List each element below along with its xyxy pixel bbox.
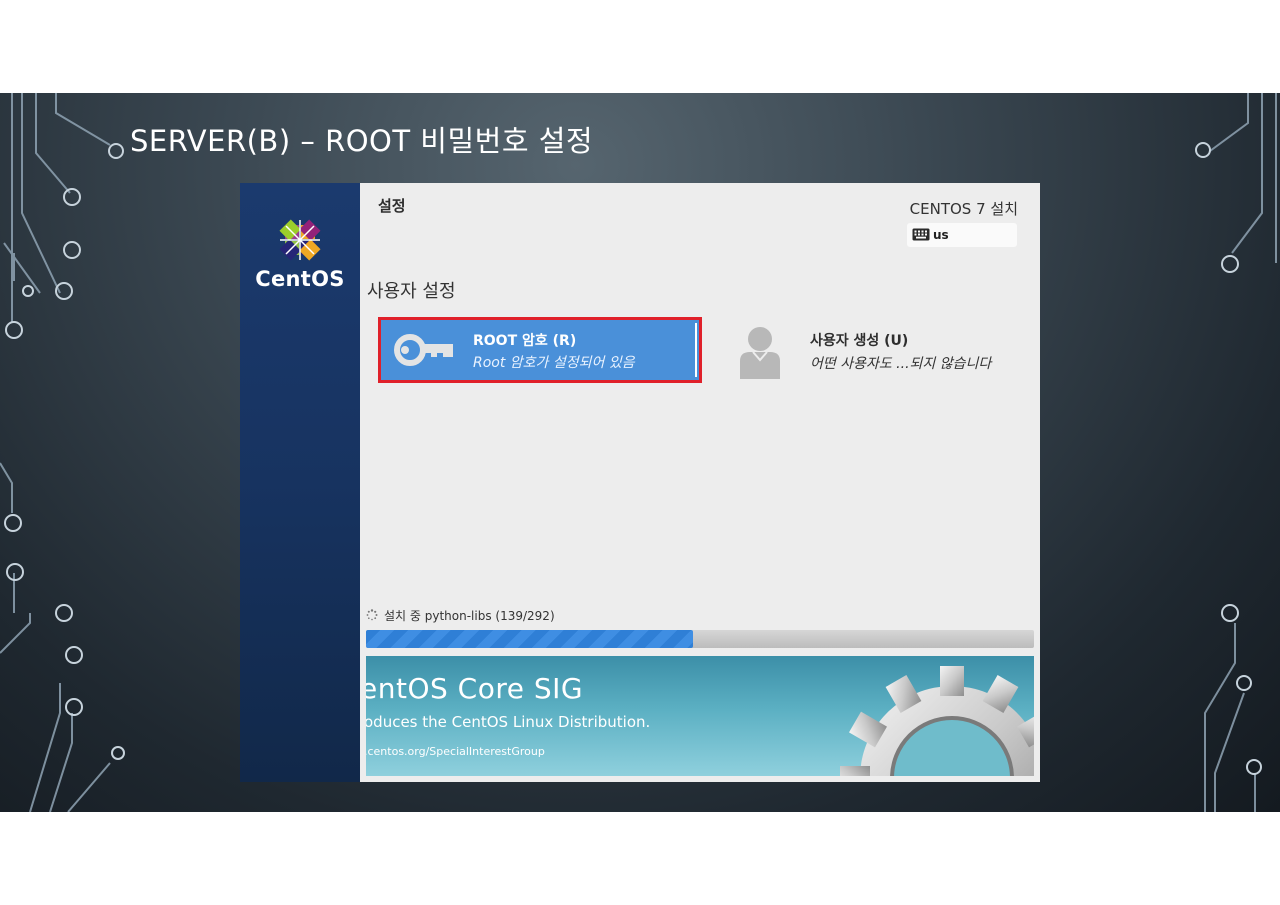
spoke-edge	[695, 323, 697, 377]
installer-screenshot: CentOS 설정 CENTOS 7 설치 us 사용자 설정 ROOT 암호 …	[240, 183, 1040, 782]
root-password-status: Root 암호가 설정되어 있음	[473, 355, 635, 371]
slide-background: SERVER(B) – ROOT 비밀번호 설정 CentOS 설정 CENTO…	[0, 93, 1280, 812]
progress-bar-fill	[366, 630, 693, 648]
promo-banner: entOS Core SIG oduces the CentOS Linux D…	[366, 656, 1034, 776]
section-title: 사용자 설정	[367, 281, 456, 302]
keyboard-layout-label: us	[933, 228, 949, 242]
user-creation-status: 어떤 사용자도 ...되지 않습니다	[810, 356, 992, 372]
centos-logo-text: CentOS	[255, 267, 345, 291]
install-title: CENTOS 7 설치	[909, 200, 1018, 218]
page-title: 설정	[378, 197, 406, 215]
gear-icon	[840, 666, 1034, 776]
progress-text: 설치 중 python-libs (139/292)	[384, 609, 555, 623]
progress-bar	[366, 630, 1034, 648]
centos-logo-icon	[279, 219, 321, 261]
user-creation-spoke[interactable]: 사용자 생성 (U) 어떤 사용자도 ...되지 않습니다	[730, 317, 1030, 383]
installer-sidebar: CentOS	[240, 183, 360, 782]
user-creation-title: 사용자 생성 (U)	[810, 333, 909, 349]
root-password-spoke[interactable]: ROOT 암호 (R) Root 암호가 설정되어 있음	[378, 317, 702, 383]
banner-title: entOS Core SIG	[366, 672, 584, 705]
spinner-icon	[366, 609, 378, 621]
progress-status: 설치 중 python-libs (139/292)	[366, 607, 555, 624]
keyboard-layout-indicator[interactable]: us	[907, 223, 1017, 247]
banner-url: .centos.org/SpecialInterestGroup	[366, 745, 545, 758]
user-icon	[740, 327, 780, 379]
key-icon	[394, 334, 453, 366]
root-password-title: ROOT 암호 (R)	[473, 333, 577, 349]
banner-subtitle: oduces the CentOS Linux Distribution.	[366, 713, 651, 731]
slide-title: SERVER(B) – ROOT 비밀번호 설정	[130, 124, 594, 158]
keyboard-icon	[912, 228, 930, 241]
